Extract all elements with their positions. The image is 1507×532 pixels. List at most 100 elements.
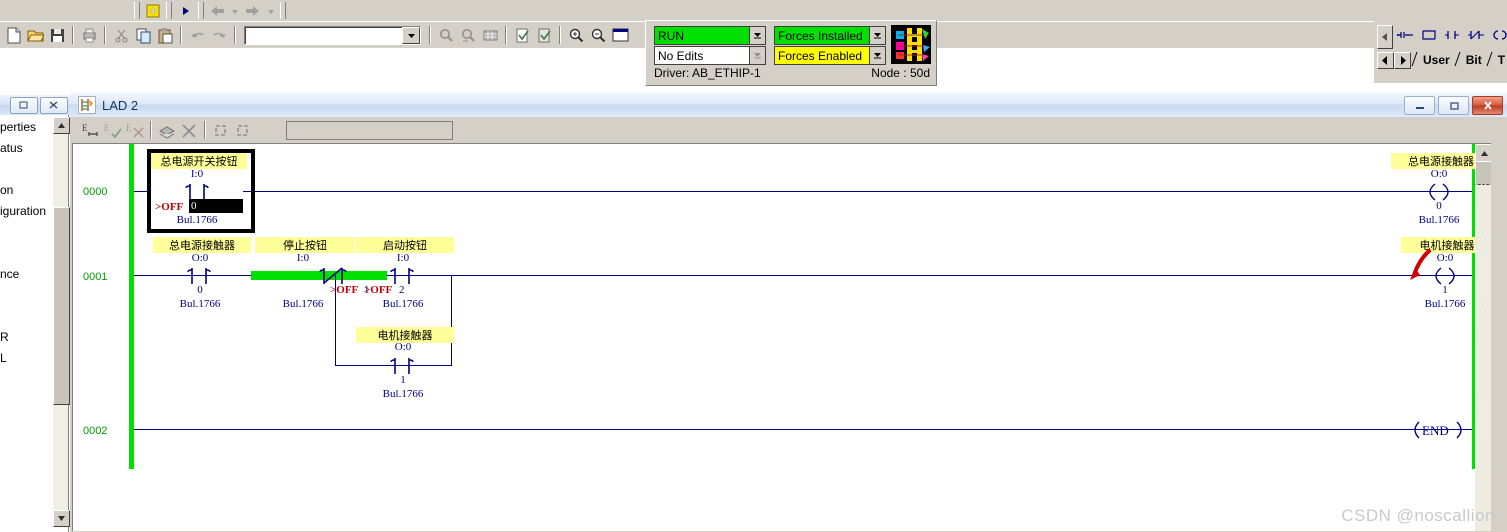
tab-bit[interactable]: Bit xyxy=(1462,53,1486,67)
selection-highlight[interactable] xyxy=(189,199,243,213)
run-arrow-icon[interactable] xyxy=(174,0,196,22)
edit-cancel-icon[interactable]: E xyxy=(124,119,146,141)
project-tree-scrollbar[interactable] xyxy=(52,117,70,527)
stack-icon[interactable] xyxy=(156,119,178,141)
close-button[interactable] xyxy=(1472,96,1503,115)
print-icon[interactable] xyxy=(78,24,100,46)
find-replace-icon[interactable] xyxy=(457,24,479,46)
lad2-toolbar: E E E xyxy=(70,117,1507,143)
instruction-module: Bul.1766 xyxy=(176,214,218,226)
controller-mode-value: RUN xyxy=(655,27,749,44)
edits-combo[interactable]: No Edits xyxy=(654,46,766,65)
undo-icon[interactable] xyxy=(186,24,208,46)
xic-contact-icon[interactable] xyxy=(1444,28,1460,45)
tree-item[interactable] xyxy=(0,222,52,243)
canvas-scrollbar[interactable] xyxy=(1475,144,1491,531)
lad2-titlebar[interactable]: LAD 2 xyxy=(70,93,1507,118)
insert-rung-icon[interactable] xyxy=(142,0,164,22)
zoom-in-icon[interactable] xyxy=(565,24,587,46)
instruction-bit: 1 xyxy=(400,374,406,386)
toolbar-grip-4[interactable] xyxy=(280,2,286,19)
address-input[interactable] xyxy=(245,26,401,44)
chevron-down-icon[interactable] xyxy=(402,26,420,44)
tab-next-icon[interactable] xyxy=(1394,51,1411,69)
tree-item[interactable]: L xyxy=(0,348,52,369)
paste-icon[interactable] xyxy=(154,24,176,46)
close-button[interactable] xyxy=(40,96,68,114)
instruction-module: Bul.1766 xyxy=(382,388,424,400)
instruction-address: I:0 xyxy=(396,252,410,264)
forward-arrow-icon[interactable] xyxy=(242,0,264,22)
back-arrow-icon[interactable] xyxy=(206,0,228,22)
tree-item[interactable]: atus xyxy=(0,138,52,159)
verify-file-icon[interactable] xyxy=(511,24,533,46)
rung-icon[interactable] xyxy=(1421,28,1437,45)
node-label: Node : 50d xyxy=(871,66,930,80)
find-icon[interactable] xyxy=(435,24,457,46)
forward-dropdown-icon[interactable] xyxy=(264,0,278,22)
toolbar-grip-2[interactable] xyxy=(166,2,172,19)
cross-reference-icon[interactable] xyxy=(479,24,501,46)
edit-accept-icon[interactable]: E xyxy=(102,119,124,141)
view-window-icon[interactable] xyxy=(609,24,631,46)
tab-prev-icon[interactable] xyxy=(1377,51,1394,69)
tree-item[interactable]: nce xyxy=(0,264,52,285)
tree-item[interactable] xyxy=(0,285,52,306)
chevron-down-icon[interactable] xyxy=(749,47,765,64)
ote-coil-icon[interactable] xyxy=(1492,28,1507,45)
scroll-down-icon[interactable] xyxy=(53,510,70,527)
tree-item[interactable] xyxy=(0,159,52,180)
project-tree-list[interactable]: perties atus on iguration nce R L xyxy=(0,117,52,527)
edit-rung-icon[interactable]: E xyxy=(80,119,102,141)
svg-text:E: E xyxy=(82,123,88,133)
tree-item[interactable]: R xyxy=(0,327,52,348)
forces-installed-combo[interactable]: Forces Installed xyxy=(774,26,886,45)
tree-item[interactable]: on xyxy=(0,180,52,201)
toolbar-grip-3[interactable] xyxy=(198,2,204,19)
branch-icon[interactable] xyxy=(1396,28,1414,45)
svg-text:END: END xyxy=(1422,423,1449,438)
scroll-up-icon[interactable] xyxy=(1475,144,1491,162)
verify-project-icon[interactable] xyxy=(533,24,555,46)
back-dropdown-icon[interactable] xyxy=(228,0,242,22)
cut-scissors-icon[interactable] xyxy=(110,24,132,46)
tab-user[interactable]: User xyxy=(1419,53,1454,67)
scrollbar-thumb[interactable] xyxy=(1475,161,1491,185)
minimize-button[interactable] xyxy=(1404,96,1435,115)
chevron-down-icon[interactable] xyxy=(869,47,885,64)
tab-timer[interactable]: T xyxy=(1494,53,1507,67)
scroll-up-icon[interactable] xyxy=(53,117,70,134)
tree-item[interactable] xyxy=(0,243,52,264)
xio-contact-icon[interactable] xyxy=(313,266,357,289)
scrollbar-track[interactable] xyxy=(1475,184,1491,531)
toolbar-grip[interactable] xyxy=(134,2,140,19)
tree-item[interactable]: iguration xyxy=(0,201,52,222)
lad2-title: LAD 2 xyxy=(102,97,139,113)
controller-mode-combo[interactable]: RUN xyxy=(654,26,766,45)
tree-item[interactable] xyxy=(0,306,52,327)
zoom-out-icon[interactable] xyxy=(587,24,609,46)
palette-scroll-left-icon[interactable] xyxy=(1377,25,1393,49)
refresh-1-icon[interactable] xyxy=(210,119,232,141)
save-disk-icon[interactable] xyxy=(46,24,68,46)
copy-icon[interactable] xyxy=(132,24,154,46)
lad2-edit-field[interactable] xyxy=(286,120,453,140)
open-folder-icon[interactable] xyxy=(24,24,46,46)
scrollbar-thumb[interactable] xyxy=(53,207,70,405)
chevron-down-icon[interactable] xyxy=(869,27,885,44)
address-combo[interactable] xyxy=(244,25,421,45)
restore-button[interactable] xyxy=(1438,96,1469,115)
tree-item[interactable]: perties xyxy=(0,117,52,138)
xio-contact-icon[interactable] xyxy=(1467,28,1485,45)
refresh-2-icon[interactable] xyxy=(232,119,254,141)
restore-button[interactable] xyxy=(10,96,38,114)
chevron-down-icon[interactable] xyxy=(749,27,765,44)
end-coil-icon[interactable]: END xyxy=(1411,420,1467,443)
redo-icon[interactable] xyxy=(208,24,230,46)
ladder-logic-icon[interactable] xyxy=(891,25,931,64)
toolbar-separator-6 xyxy=(505,26,507,44)
ladder-canvas[interactable]: 0000 0001 0002 总电源开关按钮 I:0 >OFF 0 Bul.17… xyxy=(72,143,1491,531)
new-file-icon[interactable] xyxy=(2,24,24,46)
forces-enabled-combo[interactable]: Forces Enabled xyxy=(774,46,886,65)
delete-x-icon[interactable] xyxy=(178,119,200,141)
